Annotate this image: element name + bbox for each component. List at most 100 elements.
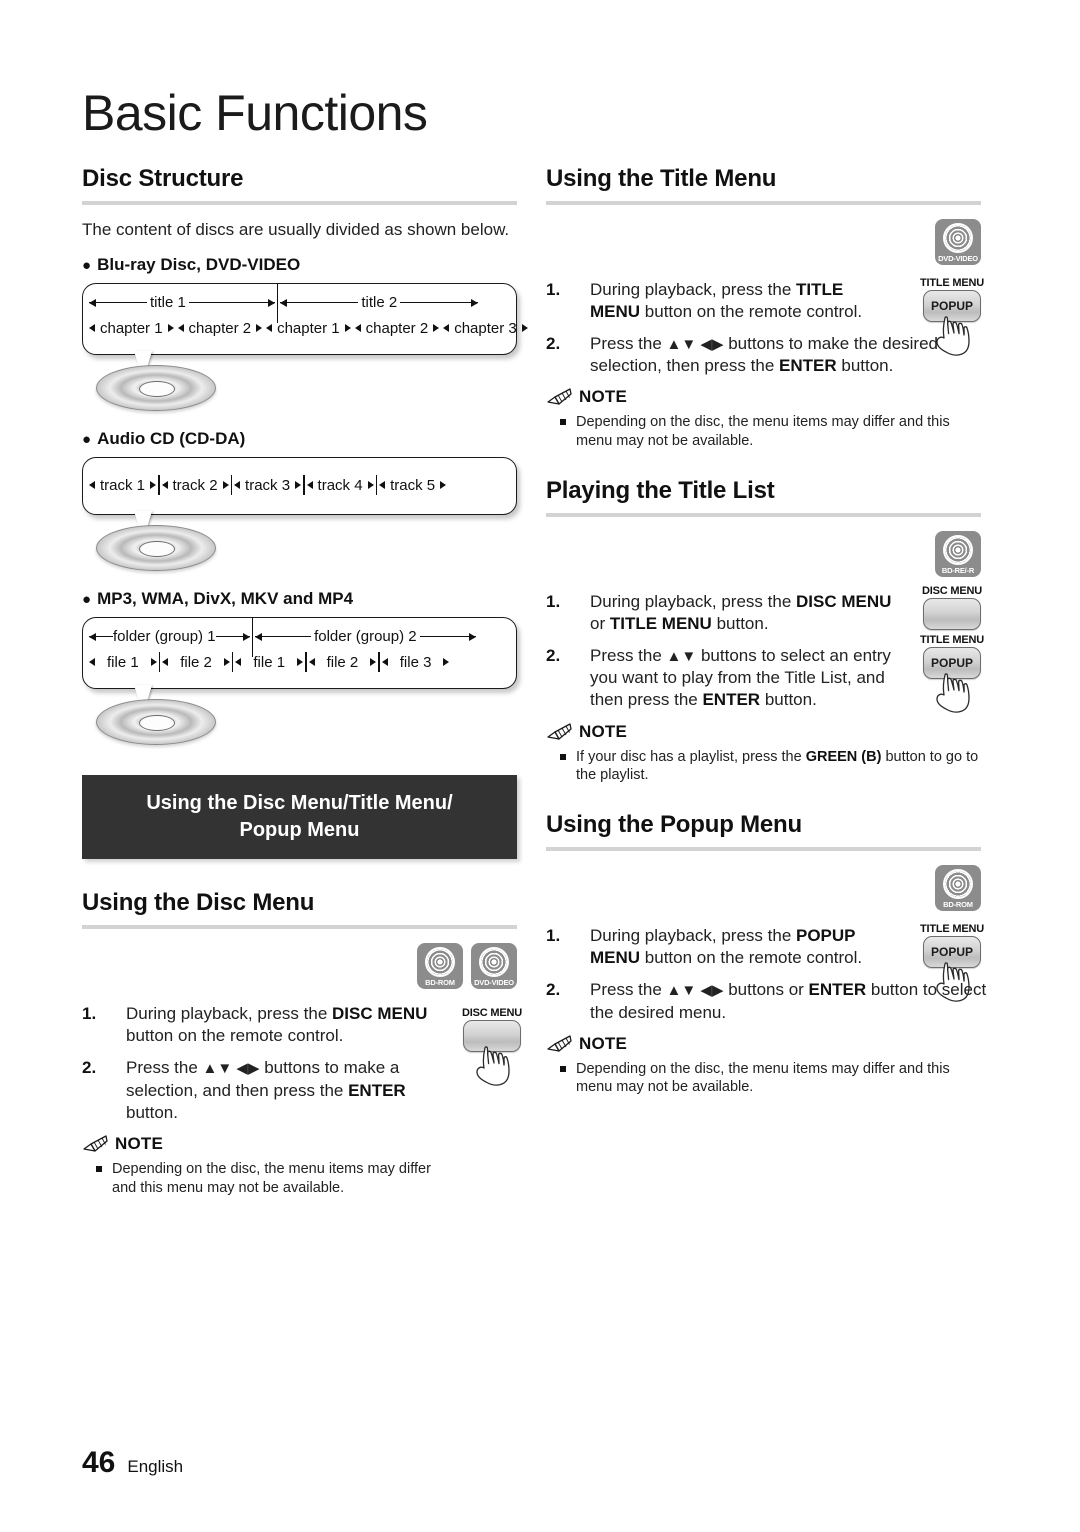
label-audio-cd: ● Audio CD (CD-DA)	[82, 429, 246, 449]
page-title: Basic Functions	[82, 85, 428, 141]
note-list: If your disc has a playlist, press the G…	[546, 748, 982, 786]
media-badge: BD-RE/-R	[935, 531, 981, 578]
step-text: During playback, press the DISC MENU but…	[126, 1004, 428, 1046]
section-banner: Using the Disc Menu/Title Menu/ Popup Me…	[82, 775, 517, 860]
heading-playing-title-list: Playing the Title List	[546, 477, 775, 505]
diagram-audio-cd: track 1 track 2 track 3 track 4 track 5	[82, 457, 517, 575]
disc-illustration	[82, 351, 517, 415]
media-badge-label: BD-ROM	[943, 900, 973, 910]
media-badge: BD-ROM	[417, 943, 463, 990]
bullet-dot-icon: ●	[82, 591, 92, 609]
step-number: 2.	[82, 1058, 97, 1078]
file-label: file 1	[253, 653, 286, 671]
note-list: Depending on the disc, the menu items ma…	[546, 413, 976, 451]
step-number: 2.	[546, 334, 561, 354]
list-item: 1. During playback, press the POPUP MENU…	[546, 925, 896, 969]
step-text: During playback, press the DISC MENU or …	[590, 592, 892, 634]
track-label: track 4	[317, 476, 363, 494]
media-badges: BD-ROM	[546, 865, 981, 912]
step-text: Press the ▲▼ ◀▶ buttons or ENTER button …	[590, 980, 987, 1022]
track-label: track 5	[390, 476, 436, 494]
note-label: NOTE	[579, 1033, 628, 1053]
track-label: track 2	[172, 476, 218, 494]
steps-container: 1. During playback, press the TITLE MENU…	[546, 279, 950, 451]
disc-icon	[943, 869, 973, 900]
list-item: If your disc has a playlist, press the G…	[546, 748, 982, 786]
pointing-hand-icon	[924, 673, 980, 721]
list-item: 2. Press the ▲▼ ◀▶ buttons to make a sel…	[82, 1057, 432, 1123]
step-list: 1. During playback, press the TITLE MENU…	[546, 279, 938, 377]
pencil-icon	[82, 1135, 108, 1153]
step-number: 1.	[82, 1004, 97, 1024]
cd-disc-icon	[96, 525, 216, 572]
banner-line-2: Popup Menu	[239, 818, 360, 841]
diagram-files: folder (group) 1 folder (group) 2 file 1…	[82, 616, 517, 749]
note-header: NOTE	[546, 1034, 896, 1054]
media-badge-label: DVD-VIDEO	[474, 978, 514, 988]
step-list: 1. During playback, press the POPUP MENU…	[546, 925, 986, 1023]
section-using-title-menu: Using the Title Menu DVD-VIDEO TITLE MEN…	[546, 165, 984, 451]
chapter-label: chapter 1	[277, 319, 340, 337]
heading-using-popup-menu: Using the Popup Menu	[546, 811, 802, 839]
list-item: 2. Press the ▲▼ ◀▶ buttons or ENTER butt…	[546, 979, 1010, 1023]
file-label: file 2	[180, 653, 212, 671]
section-using-disc-menu: Using the Disc Menu BD-ROM DVD-VIDEO DIS…	[82, 889, 522, 1197]
section-disc-structure: Disc Structure The content of discs are …	[82, 165, 528, 749]
heading-rule	[546, 513, 981, 518]
track-label: track 3	[245, 476, 291, 494]
note-header: NOTE	[82, 1134, 432, 1154]
file-label: file 3	[399, 653, 432, 671]
step-list: 1. During playback, press the DISC MENU …	[82, 1003, 432, 1123]
remote-key-stack: DISC MENU TITLE MENU POPUP	[917, 585, 987, 721]
media-badges: DVD-VIDEO	[546, 219, 981, 265]
steps-container: 1. During playback, press the DISC MENU …	[82, 1003, 432, 1197]
disc-icon	[479, 947, 509, 978]
list-item: 1. During playback, press the DISC MENU …	[546, 591, 896, 635]
section-playing-title-list: Playing the Title List BD-RE/-R DISC MEN…	[546, 477, 984, 786]
remote-key-label: TITLE MENU	[920, 923, 984, 936]
note-list: Depending on the disc, the menu items ma…	[82, 1160, 432, 1198]
disc-icon	[943, 223, 973, 253]
step-list: 1. During playback, press the DISC MENU …	[546, 591, 896, 711]
disc-structure-intro: The content of discs are usually divided…	[82, 220, 510, 239]
media-badge: BD-ROM	[935, 865, 981, 912]
banner-line-1: Using the Disc Menu/Title Menu/	[146, 792, 453, 815]
pencil-icon	[546, 722, 572, 741]
step-text: During playback, press the POPUP MENU bu…	[590, 926, 863, 968]
title-1-label: title 1	[150, 294, 186, 312]
cd-disc-icon	[96, 365, 216, 412]
remote-key-label: TITLE MENU	[920, 634, 984, 647]
media-badge-label: DVD-VIDEO	[938, 254, 978, 263]
media-badges: BD-RE/-R	[546, 531, 981, 578]
heading-using-disc-menu: Using the Disc Menu	[82, 889, 315, 917]
pointing-hand-icon	[464, 1046, 520, 1094]
heading-rule	[82, 925, 517, 930]
diagram-bluray: title 1 title 2 chapter 1 chapter 2 chap…	[82, 282, 528, 415]
chapter-label: chapter 2	[188, 319, 252, 337]
list-item: Depending on the disc, the menu items ma…	[546, 1060, 976, 1098]
page-number: 46	[82, 1446, 116, 1479]
remote-key-button-disc-menu[interactable]	[923, 598, 981, 631]
media-badge-label: BD-ROM	[425, 978, 455, 988]
chapter-label: chapter 1	[100, 319, 163, 337]
heading-rule	[82, 201, 517, 205]
manual-page: Basic Functions Disc Structure The conte…	[0, 0, 1080, 1532]
chapter-label: chapter 3	[454, 319, 517, 337]
step-number: 1.	[546, 592, 561, 612]
heading-using-title-menu: Using the Title Menu	[546, 165, 777, 192]
folder-label: folder (group) 2	[314, 628, 417, 646]
file-label: file 2	[326, 653, 359, 671]
page-language: English	[127, 1457, 184, 1476]
note-list: Depending on the disc, the menu items ma…	[546, 1060, 976, 1098]
title-2-label: title 2	[361, 294, 398, 312]
remote-key-disc-menu: DISC MENU	[457, 1007, 527, 1094]
list-item: 2. Press the ▲▼ buttons to select an ent…	[546, 645, 896, 711]
media-badge: DVD-VIDEO	[471, 943, 517, 990]
page-footer: 46 English	[82, 1446, 183, 1480]
disc-icon	[943, 535, 973, 566]
section-using-popup-menu: Using the Popup Menu BD-ROM TITLE MENU P…	[546, 811, 986, 1098]
cd-disc-icon	[96, 699, 216, 746]
pencil-icon	[546, 388, 572, 406]
disc-illustration	[82, 685, 517, 749]
bullet-dot-icon: ●	[82, 431, 92, 449]
